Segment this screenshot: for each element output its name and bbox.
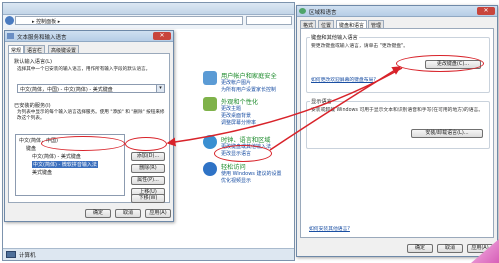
category-link[interactable]: 更改帐户图片 [221,79,251,86]
category-link[interactable]: 更改桌面背景 [221,112,251,119]
tree-item-selected[interactable]: 中文(简体) - 微软拼音输入法 [32,161,98,168]
default-language-value: 中文(简体，中国) - 中文(简体) - 美式键盘 [20,87,113,93]
annotation-oval-change-keyboard-link [214,145,272,162]
tab-location[interactable]: 位置 [318,20,335,29]
tab-formats[interactable]: 格式 [300,20,317,29]
general-tab-panel: 默认输入语言(L) 选择其中一个已安装的输入语言，用作所有输入字段的默认语言。 … [8,53,170,203]
move-down-button[interactable]: 下移(W) [131,194,165,203]
annotation-oval-add-button [125,137,167,151]
tab-general[interactable]: 常规 [8,45,25,54]
address-text: ▸ 控制面板 ▸ [32,19,61,25]
search-input[interactable] [246,16,292,25]
default-language-desc: 选择其中一个已安装的输入语言，用作所有输入字段的默认语言。 [17,67,151,72]
apply-button[interactable]: 应用(A) [145,209,171,218]
tab-language-bar[interactable]: 语言栏 [24,45,46,54]
install-languages-help-link[interactable]: 如何安装其他语言? [309,227,350,233]
appearance-icon [203,97,217,111]
dialog-title: 区域和语言 [309,10,337,16]
annotation-oval-tree-item [41,136,125,151]
properties-button[interactable]: 属性(P)... [131,176,165,185]
region-language-dialog: 区域和语言 ✕ 格式 位置 键盘和语言 管理 键盘和其他输入语言 要更改键盘或输… [296,5,498,257]
cancel-button[interactable]: 取消 [115,209,141,218]
close-button[interactable]: ✕ [153,32,171,40]
computer-icon [6,251,16,258]
address-bar[interactable]: ▸ 控制面板 ▸ [15,16,243,25]
keyboard-desc: 要更改键盘或输入语言，请单击 "更改键盘"。 [311,44,409,49]
status-bar: 计算机 [3,248,294,260]
annotation-oval-change-keyboards-button [396,55,484,72]
ok-button[interactable]: 确定 [407,244,433,253]
category-link[interactable]: 更改主题 [221,105,241,112]
dialog-titlebar: 区域和语言 ✕ [297,6,497,17]
globe-icon [299,8,306,14]
display-language-desc: 安装或卸载 Windows 可用于显示文本和识别语音和手写(在可用的地方)的语言… [311,108,484,113]
text-services-dialog: 文本服务和输入语言 ✕ 常规 语言栏 高级键设置 默认输入语言(L) 选择其中一… [4,30,174,222]
close-button[interactable]: ✕ [477,7,495,15]
display-language-group: 显示语言 安装或卸载 Windows 可用于显示文本和识别语音和手写(在可用的地… [306,98,490,149]
group-label: 键盘和其他输入语言 [310,34,359,41]
status-text: 计算机 [19,253,36,259]
category-link[interactable]: 优化视频显示 [221,177,251,184]
group-label: 显示语言 [310,98,333,105]
tab-administrative[interactable]: 管理 [368,20,385,29]
installed-services-label: 已安装的服务(I) [14,103,51,109]
tree-item-keyboard[interactable]: 键盘 [26,145,36,152]
remove-button[interactable]: 删除(R) [131,164,165,173]
add-button[interactable]: 添加(D)... [131,152,165,161]
dialog-titlebar: 文本服务和输入语言 ✕ [5,31,173,42]
category-link[interactable]: 使用 Windows 建议的设置 [221,170,282,177]
welcome-screen-keyboard-link[interactable]: 如何更改欢迎屏幕的键盘布局? [311,78,376,84]
keyboard-icon [7,33,14,39]
control-panel-titlebar [3,3,294,15]
installed-services-desc: 为列表中显示的每个输入语言选择服务。使用 "添加" 和 "删除" 按钮来修改这个… [17,110,165,121]
accessibility-icon [203,162,217,176]
default-language-label: 默认输入语言(L) [14,59,53,65]
tab-advanced-keys[interactable]: 高级键设置 [48,45,80,54]
category-link[interactable]: 为所有用户设置家长控制 [221,86,276,93]
install-uninstall-languages-button[interactable]: 安装/卸载语言(L)... [411,129,483,138]
ok-button[interactable]: 确定 [85,209,111,218]
users-icon [203,71,217,85]
cancel-button[interactable]: 取消 [437,244,463,253]
chevron-down-icon: ▾ [156,85,164,92]
category-link[interactable]: 调整屏幕分辨率 [221,119,256,126]
dialog-title: 文本服务和输入语言 [17,35,67,41]
clock-globe-icon [203,135,217,149]
tree-item-us-keyboard[interactable]: 中文(简体) - 美式键盘 [32,153,81,160]
tab-keyboards-languages[interactable]: 键盘和语言 [336,20,368,29]
back-arrow-icon[interactable] [5,16,14,25]
tree-item-us-keyboard-2[interactable]: 美式键盘 [32,169,52,176]
default-language-select[interactable]: 中文(简体，中国) - 中文(简体) - 美式键盘 ▾ [17,84,165,93]
